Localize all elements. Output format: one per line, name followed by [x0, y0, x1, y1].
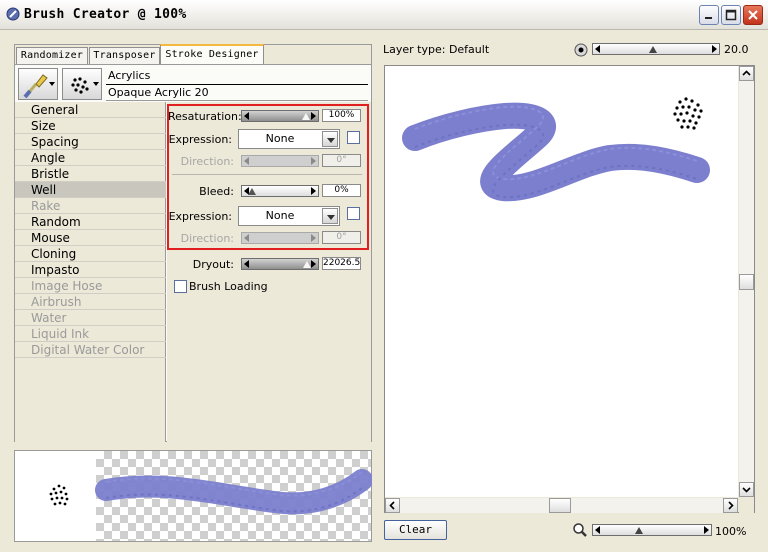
category-well[interactable]: Well	[15, 182, 166, 198]
chevron-left-icon	[389, 501, 395, 510]
maximize-button[interactable]	[721, 5, 741, 25]
brush-category-name: Acrylics	[108, 69, 151, 82]
brush-category-selector[interactable]	[18, 68, 58, 100]
category-spacing[interactable]: Spacing	[15, 134, 166, 150]
clear-button[interactable]: Clear	[384, 520, 447, 540]
title-bar[interactable]: Brush Creator @ 100%	[0, 0, 768, 30]
layer-type-label: Layer type: Default	[383, 43, 490, 56]
category-image-hose[interactable]: Image Hose	[15, 278, 166, 294]
minimize-icon	[705, 17, 712, 19]
category-digital-water-color[interactable]: Digital Water Color	[15, 342, 166, 358]
category-cloning[interactable]: Cloning	[15, 246, 166, 262]
zoom-value: 100%	[715, 525, 747, 538]
category-general[interactable]: General	[15, 102, 166, 118]
scroll-right-button[interactable]	[723, 498, 738, 513]
scratch-pad-strokes	[402, 97, 710, 202]
brush-variant-selector[interactable]	[62, 68, 102, 100]
category-airbrush[interactable]: Airbrush	[15, 294, 166, 310]
scroll-left-button[interactable]	[385, 498, 400, 513]
category-random[interactable]: Random	[15, 214, 166, 230]
tab-randomizer[interactable]: Randomizer	[16, 47, 88, 64]
chevron-up-icon	[742, 70, 751, 76]
slider-thumb[interactable]	[649, 46, 657, 53]
app-icon	[6, 7, 20, 21]
close-button[interactable]	[743, 5, 763, 25]
brush-loading-label: Brush Loading	[189, 280, 268, 293]
category-impasto[interactable]: Impasto	[15, 262, 166, 278]
dryout-value[interactable]: 22026.5	[322, 257, 361, 270]
category-angle[interactable]: Angle	[15, 150, 166, 166]
scroll-thumb[interactable]	[549, 498, 571, 513]
maximize-icon	[725, 9, 737, 21]
category-liquid-ink[interactable]: Liquid Ink	[15, 326, 166, 342]
category-size[interactable]: Size	[15, 118, 166, 134]
horizontal-scrollbar[interactable]	[385, 498, 738, 513]
dab-shape-icon	[673, 97, 703, 130]
window-title: Brush Creator @ 100%	[24, 7, 187, 22]
brush-loading-checkbox[interactable]	[174, 280, 187, 293]
scroll-thumb[interactable]	[739, 274, 754, 290]
zoom-icon	[573, 523, 587, 537]
scroll-down-button[interactable]	[739, 482, 754, 497]
brush-size-icon	[574, 43, 588, 57]
tab-stroke-designer[interactable]: Stroke Designer	[160, 44, 264, 65]
divider	[106, 100, 368, 101]
brush-size-value: 20.0	[724, 43, 749, 56]
slider-thumb[interactable]	[303, 261, 311, 268]
scroll-up-button[interactable]	[739, 66, 754, 81]
highlight-box	[167, 104, 369, 250]
dab-preview-icon	[49, 484, 69, 506]
scroll-corner	[739, 498, 754, 513]
zoom-slider[interactable]	[592, 524, 712, 536]
category-bristle[interactable]: Bristle	[15, 166, 166, 182]
brush-variant-name: Opaque Acrylic 20	[108, 86, 209, 99]
category-rake[interactable]: Rake	[15, 198, 166, 214]
close-icon	[748, 10, 758, 20]
category-mouse[interactable]: Mouse	[15, 230, 166, 246]
chevron-right-icon	[728, 501, 734, 510]
divider	[106, 84, 368, 85]
category-water[interactable]: Water	[15, 310, 166, 326]
tab-transposer[interactable]: Transposer	[89, 47, 160, 64]
dab-icon	[71, 77, 89, 94]
vertical-scrollbar[interactable]	[739, 66, 754, 497]
brush-icon	[23, 74, 48, 99]
stroke-designer-category-list: General Size Spacing Angle Bristle Well …	[15, 102, 166, 442]
minimize-button[interactable]	[699, 5, 719, 25]
stroke-preview-art	[49, 469, 372, 515]
dryout-label: Dryout:	[192, 258, 234, 271]
brush-size-slider[interactable]	[592, 43, 720, 55]
chevron-down-icon	[742, 487, 751, 493]
dryout-slider[interactable]	[241, 258, 319, 270]
slider-thumb[interactable]	[635, 527, 643, 534]
